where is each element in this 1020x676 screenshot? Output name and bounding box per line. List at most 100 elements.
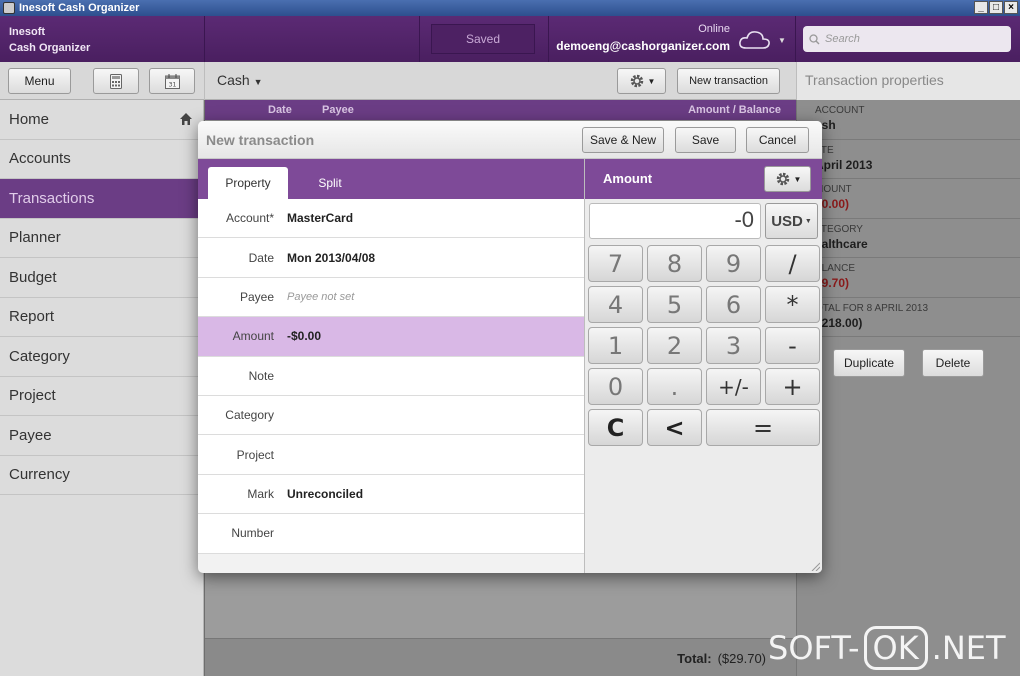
key-divide[interactable]: / [765, 245, 820, 282]
key-plus[interactable]: + [765, 368, 820, 405]
sidebar-item-planner[interactable]: Planner [0, 219, 203, 258]
key-4[interactable]: 4 [588, 286, 643, 323]
sidebar-item-category[interactable]: Category [0, 337, 203, 377]
sidebar-item-home[interactable]: Home [0, 100, 203, 140]
field-category[interactable]: Category [198, 396, 584, 436]
sidebar-item-project[interactable]: Project [0, 377, 203, 416]
sidebar-item-budget[interactable]: Budget [0, 258, 203, 298]
key-equals[interactable]: = [706, 409, 820, 446]
chevron-down-icon[interactable]: ▼ [778, 36, 786, 45]
list-footer: Total: ($29.70) [205, 638, 796, 676]
key-multiply[interactable]: * [765, 286, 820, 323]
property-label: ATE [815, 144, 834, 156]
key-decimal[interactable]: . [647, 368, 702, 405]
dialog-header: New transaction Save & New Save Cancel [198, 121, 822, 159]
search-icon [809, 33, 820, 44]
key-minus[interactable]: - [765, 327, 820, 364]
key-1[interactable]: 1 [588, 327, 643, 364]
amount-calculator: Amount ▼ -0 USD ▼ 7 8 9 / 4 5 6 * 1 2 3 -… [584, 159, 822, 573]
cancel-button[interactable]: Cancel [746, 127, 809, 153]
field-account[interactable]: Account* MasterCard [198, 199, 584, 239]
key-5[interactable]: 5 [647, 286, 702, 323]
field-label: Date [248, 250, 274, 265]
search-input[interactable]: Search [803, 26, 1011, 52]
close-button[interactable]: × [1004, 1, 1018, 14]
key-8[interactable]: 8 [647, 245, 702, 282]
sidebar-item-transactions[interactable]: Transactions [0, 179, 203, 219]
delete-button[interactable]: Delete [922, 349, 984, 377]
brand-line2: Cash Organizer [9, 42, 91, 54]
cloud-icon[interactable] [738, 28, 772, 52]
field-project[interactable]: Project [198, 435, 584, 475]
property-value: ealthcare [815, 236, 868, 251]
calculator-display[interactable]: -0 [589, 203, 761, 239]
app-brand: Inesoft Cash Organizer [9, 24, 90, 56]
property-row: ACCOUNT ash [797, 100, 1020, 140]
sidebar-item-payee[interactable]: Payee [0, 416, 203, 456]
field-amount[interactable]: Amount -$0.00 [198, 317, 596, 357]
field-value: MasterCard [287, 211, 354, 226]
property-row: MOUNT 80.00) [797, 179, 1020, 219]
key-0[interactable]: 0 [588, 368, 643, 405]
key-3[interactable]: 3 [706, 327, 761, 364]
maximize-button[interactable]: □ [989, 1, 1003, 14]
new-transaction-button[interactable]: New transaction [677, 68, 780, 94]
calendar-icon: 31 [164, 73, 180, 89]
duplicate-button[interactable]: Duplicate [833, 349, 905, 377]
minimize-button[interactable]: _ [974, 1, 988, 14]
total-value: ($29.70) [717, 651, 766, 666]
toolbar: Menu 31 Cash ▼ ▼ New transaction Transac… [0, 62, 1020, 100]
gear-icon [776, 172, 789, 186]
header-divider [795, 16, 796, 62]
field-payee[interactable]: Payee Payee not set [198, 278, 584, 318]
sidebar-item-accounts[interactable]: Accounts [0, 140, 203, 179]
key-9[interactable]: 9 [706, 245, 761, 282]
key-2[interactable]: 2 [647, 327, 702, 364]
sidebar: Home Accounts Transactions Planner Budge… [0, 100, 204, 676]
gear-icon [630, 74, 643, 88]
field-date[interactable]: Date Mon 2013/04/08 [198, 238, 584, 278]
sidebar-item-label: Accounts [9, 150, 71, 168]
calculator-settings-button[interactable]: ▼ [764, 166, 811, 192]
window-controls: _ □ × [974, 1, 1018, 14]
calculator-button[interactable] [93, 68, 139, 94]
watermark: SOFT- OK .NET [768, 626, 1006, 670]
account-selector-label: Cash [217, 72, 250, 88]
field-label: Amount [232, 329, 274, 344]
column-payee[interactable]: Payee [322, 104, 354, 116]
window-title: Inesoft Cash Organizer [19, 2, 140, 14]
key-7[interactable]: 7 [588, 245, 643, 282]
field-mark[interactable]: Mark Unreconciled [198, 475, 584, 515]
property-label: ACCOUNT [815, 105, 865, 116]
key-clear[interactable]: C [588, 409, 643, 446]
chevron-down-icon: ▼ [793, 174, 802, 184]
field-note[interactable]: Note [198, 357, 584, 396]
property-label: OTAL FOR 8 APRIL 2013 [815, 302, 929, 314]
save-button[interactable]: Save [675, 127, 736, 153]
currency-label: USD [771, 212, 803, 230]
save-and-new-button[interactable]: Save & New [582, 127, 664, 153]
resize-grip-icon[interactable] [810, 561, 820, 571]
property-value: 80.00) [815, 197, 850, 211]
menu-button[interactable]: Menu [8, 68, 71, 94]
key-6[interactable]: 6 [706, 286, 761, 323]
field-number[interactable]: Number [198, 514, 584, 554]
transaction-properties-panel: ACCOUNT ash ATE April 2013 MOUNT 80.00) AT… [796, 100, 1020, 676]
calendar-button[interactable]: 31 [149, 68, 195, 94]
column-date[interactable]: Date [268, 104, 292, 116]
sidebar-item-report[interactable]: Report [0, 298, 203, 337]
sidebar-item-currency[interactable]: Currency [0, 456, 203, 495]
key-plus-minus[interactable]: +/- [706, 368, 761, 405]
watermark-text: SOFT- [768, 629, 860, 667]
tab-split[interactable]: Split [298, 167, 362, 199]
header-divider [419, 16, 420, 62]
column-amount-balance[interactable]: Amount / Balance [688, 104, 781, 116]
property-value: April 2013 [815, 157, 873, 172]
settings-button[interactable]: ▼ [617, 68, 666, 94]
account-selector[interactable]: Cash ▼ [217, 72, 263, 88]
key-backspace[interactable]: < [647, 409, 702, 446]
sidebar-item-label: Currency [9, 466, 70, 484]
total-amount: Total: ($29.70) [677, 651, 766, 666]
tab-property[interactable]: Property [208, 167, 288, 199]
currency-selector[interactable]: USD ▼ [765, 203, 818, 239]
